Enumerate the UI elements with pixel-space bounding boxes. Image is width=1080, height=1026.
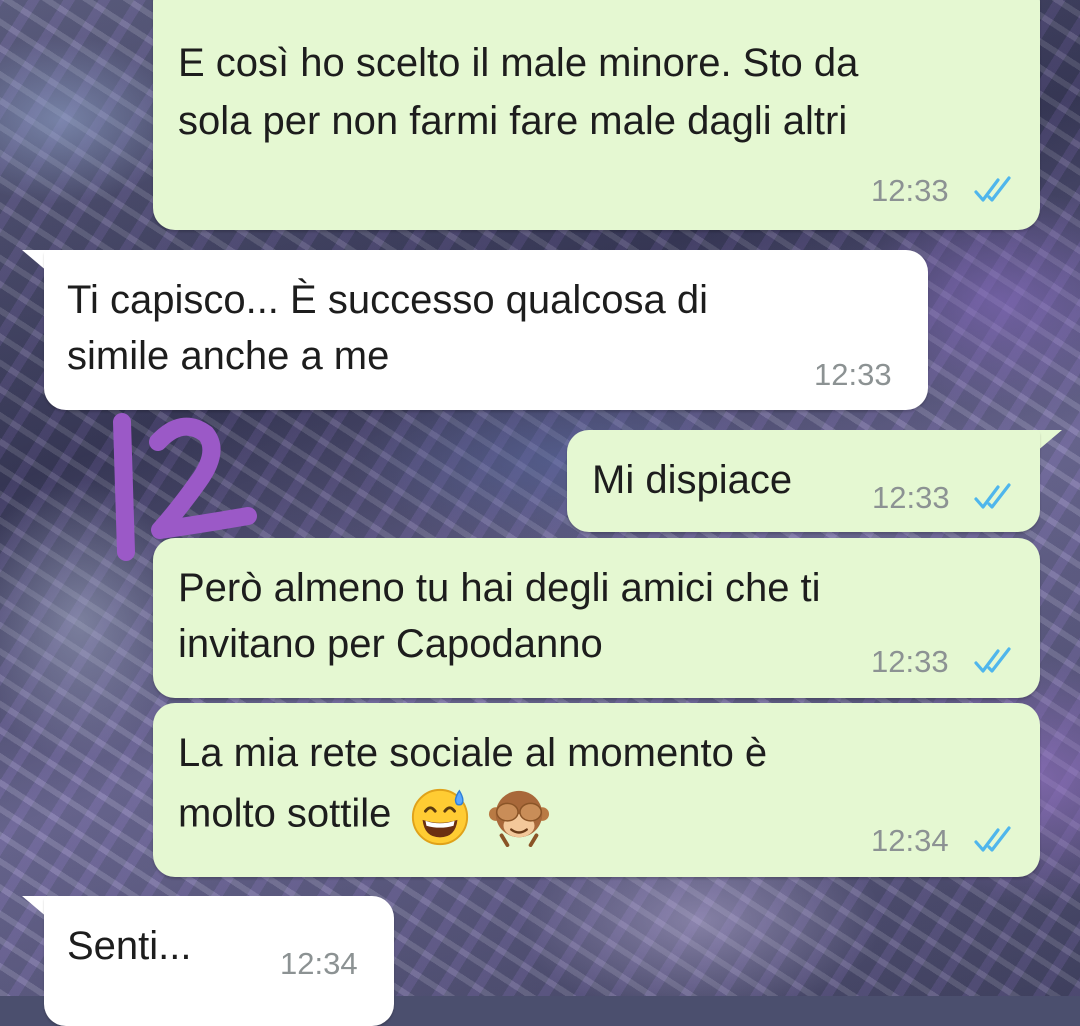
read-receipt-icon <box>974 176 1011 202</box>
message-text-line: Però almeno tu hai degli amici che ti <box>178 566 821 610</box>
read-receipt-icon <box>974 826 1011 852</box>
message-bubble-outgoing[interactable]: Mi dispiace 12:33 <box>567 430 1040 532</box>
message-text-line: La mia rete sociale al momento è <box>178 731 768 775</box>
message-bubble-incoming[interactable]: Ti capisco... È successo qualcosa di sim… <box>44 250 928 410</box>
message-time: 12:34 <box>280 946 358 981</box>
message-bubble-outgoing[interactable]: E così ho scelto il male minore. Sto da … <box>153 0 1040 230</box>
message-bubble-incoming[interactable]: Senti... 12:34 <box>44 896 394 1026</box>
message-text-line: molto sottile <box>178 791 392 836</box>
handwritten-number-annotation <box>113 413 257 561</box>
message-text-line: simile anche a me <box>67 334 390 378</box>
message-text-line: sola per non farmi fare male dagli altri <box>178 99 848 143</box>
grinning-sweat-emoji <box>411 788 468 846</box>
message-time: 12:34 <box>871 823 949 858</box>
read-receipt-icon <box>974 647 1011 673</box>
message-text-line-with-emoji: molto sottile <box>178 785 550 847</box>
message-bubble-outgoing[interactable]: Però almeno tu hai degli amici che ti in… <box>153 538 1040 698</box>
message-time: 12:33 <box>871 173 949 208</box>
read-receipt-icon <box>974 483 1011 509</box>
message-text-line: Senti... <box>67 924 192 968</box>
see-no-evil-monkey-emoji <box>488 790 549 847</box>
message-time: 12:33 <box>814 357 892 392</box>
message-text-line: Mi dispiace <box>592 458 793 502</box>
message-bubble-outgoing[interactable]: La mia rete sociale al momento è molto s… <box>153 703 1040 877</box>
message-text-line: E così ho scelto il male minore. Sto da <box>178 41 859 85</box>
message-text-line: invitano per Capodanno <box>178 622 603 666</box>
message-time: 12:33 <box>872 480 950 515</box>
message-text-line: Ti capisco... È successo qualcosa di <box>67 278 709 322</box>
message-time: 12:33 <box>871 644 949 679</box>
